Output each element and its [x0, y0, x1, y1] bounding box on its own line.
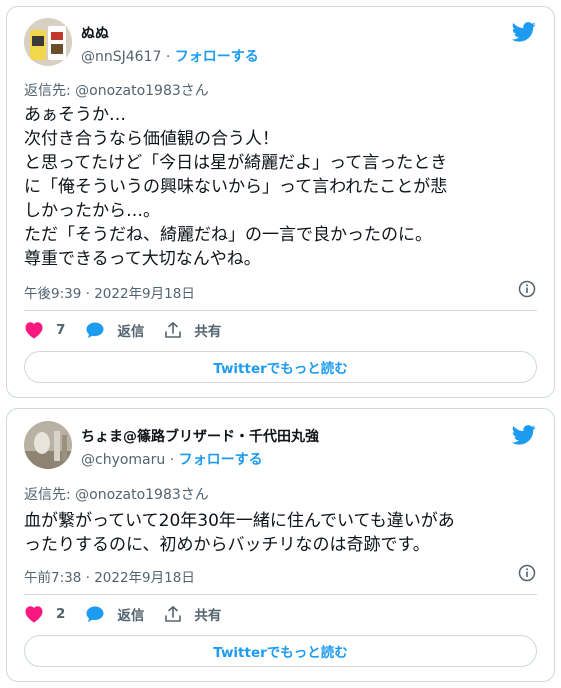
tweet-line: あぁそうか… [24, 105, 126, 125]
tweet-line: に「俺そういうの興味ないから」って言われたことが悲 [24, 177, 448, 197]
avatar[interactable] [24, 18, 72, 66]
read-more-button[interactable]: Twitterでもっと読む [24, 635, 537, 667]
share-icon [165, 606, 182, 622]
avatar[interactable] [24, 421, 72, 469]
read-more-button[interactable]: Twitterでもっと読む [24, 351, 537, 383]
user-handle[interactable]: @chyomaru [81, 452, 165, 468]
info-icon[interactable] [518, 280, 536, 298]
twitter-bird-icon[interactable] [512, 425, 536, 445]
tweet-text: あぁそうか… 次付き合うなら価値観の合う人！ と思ってたけど「今日は星が綺麗だよ… [24, 103, 544, 271]
like-count: 2 [56, 606, 66, 622]
share-icon [165, 322, 182, 338]
separator: · [165, 452, 179, 468]
info-icon[interactable] [518, 564, 536, 582]
like-button[interactable]: 7 [24, 321, 65, 339]
reply-button[interactable]: 返信 [85, 320, 144, 340]
reply-label: 返信 [117, 608, 145, 624]
tweet-line: ったりするのに、初めからバッチリなのは奇跡です。 [24, 535, 430, 555]
share-button[interactable]: 共有 [164, 604, 221, 624]
separator: · [161, 49, 175, 65]
reply-label: 返信 [117, 324, 145, 340]
tweet-line: 尊重できるって大切なんやね。 [24, 249, 261, 269]
tweet-line: ただ「そうだね、綺麗だね」の一言で良かったのに。 [24, 225, 432, 245]
display-name[interactable]: ぬぬ [81, 23, 109, 43]
tweet-text: 血が繋がっていて20年30年一緒に住んでいても違いがあ ったりするのに、初めから… [24, 509, 544, 557]
follow-button[interactable]: フォローする [179, 452, 263, 468]
tweet-line: 次付き合うなら価値観の合う人！ [24, 129, 279, 149]
timestamp[interactable]: 午後9:39 · 2022年9月18日 [24, 282, 195, 302]
share-button[interactable]: 共有 [164, 320, 221, 340]
display-name[interactable]: ちょま@篠路ブリザード・千代田丸強 [81, 426, 319, 446]
tweet-card[interactable]: ちょま@篠路ブリザード・千代田丸強 @chyomaru · フォローする 返信先… [6, 408, 555, 682]
heart-icon [25, 322, 43, 339]
reply-button[interactable]: 返信 [85, 604, 144, 624]
reply-to: 返信先: @onozato1983さん [24, 487, 209, 503]
reply-to: 返信先: @onozato1983さん [24, 83, 209, 99]
user-handle[interactable]: @nnSJ4617 [81, 49, 161, 65]
like-button[interactable]: 2 [24, 605, 65, 623]
divider [24, 310, 537, 311]
heart-icon [25, 606, 43, 623]
reply-bubble-icon [86, 322, 104, 338]
action-bar: 2 返信 共有 [24, 603, 241, 625]
tweet-line: と思ってたけど「今日は星が綺麗だよ」って言ったとき [24, 153, 448, 173]
timestamp[interactable]: 午前7:38 · 2022年9月18日 [24, 566, 195, 586]
divider [24, 594, 537, 595]
reply-bubble-icon [86, 606, 104, 622]
tweet-card[interactable]: ぬぬ @nnSJ4617 · フォローする 返信先: @onozato1983さ… [6, 6, 555, 398]
tweet-line: 血が繋がっていて20年30年一緒に住んでいても違いがあ [24, 511, 455, 531]
share-label: 共有 [194, 608, 222, 624]
action-bar: 7 返信 共有 [24, 319, 241, 341]
follow-button[interactable]: フォローする [175, 49, 259, 65]
like-count: 7 [56, 322, 66, 338]
handle-line: @nnSJ4617 · フォローする [81, 46, 259, 66]
tweet-line: しかったから…。 [24, 201, 160, 221]
twitter-bird-icon[interactable] [512, 22, 536, 42]
handle-line: @chyomaru · フォローする [81, 449, 263, 469]
share-label: 共有 [194, 324, 222, 340]
